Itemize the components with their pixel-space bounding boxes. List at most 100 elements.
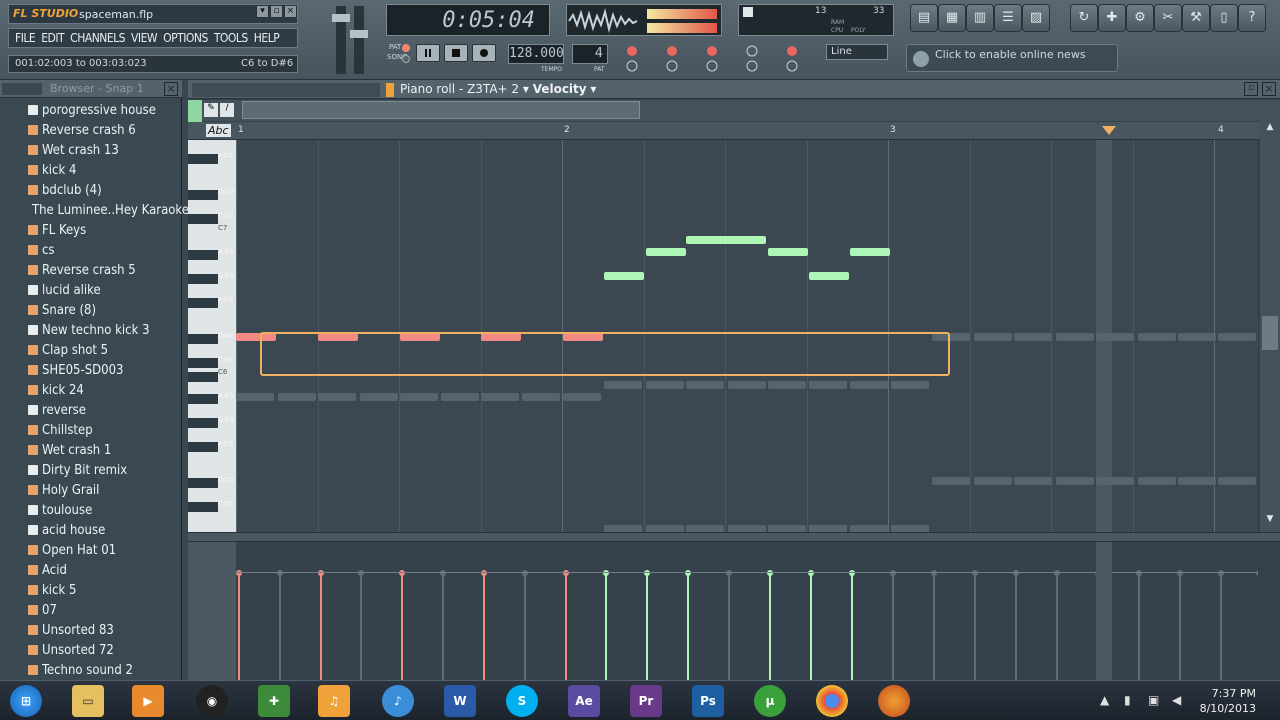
browser-item[interactable]: New techno kick 3 bbox=[0, 320, 180, 340]
ghost-note[interactable] bbox=[400, 393, 438, 401]
velocity-handle[interactable] bbox=[399, 570, 405, 576]
ghost-note[interactable] bbox=[728, 381, 766, 389]
news-panel[interactable]: Click to enable online news bbox=[906, 44, 1118, 72]
velocity-handle[interactable] bbox=[849, 570, 855, 576]
black-key[interactable] bbox=[188, 190, 218, 200]
velocity-stem[interactable] bbox=[320, 574, 322, 680]
velocity-handle[interactable] bbox=[1218, 570, 1224, 576]
velocity-handle[interactable] bbox=[767, 570, 773, 576]
ghost-note[interactable] bbox=[236, 393, 274, 401]
close-icon[interactable]: × bbox=[284, 5, 297, 18]
scroll-down-icon[interactable]: ▼ bbox=[1262, 514, 1278, 528]
black-key[interactable] bbox=[188, 372, 218, 382]
velocity-handle[interactable] bbox=[277, 570, 283, 576]
velocity-stem[interactable] bbox=[1056, 574, 1058, 680]
note[interactable] bbox=[646, 248, 686, 256]
velocity-stem[interactable] bbox=[524, 574, 526, 680]
piano-roll-icon[interactable]: ▥ bbox=[966, 4, 994, 32]
wrench-icon[interactable]: ⚒ bbox=[1182, 4, 1210, 32]
stop-button[interactable] bbox=[444, 44, 468, 62]
word-icon[interactable]: W bbox=[444, 685, 476, 717]
browser-item[interactable]: acid house bbox=[0, 520, 180, 540]
explorer-icon[interactable]: ▭ bbox=[72, 685, 104, 717]
selection-rectangle[interactable] bbox=[260, 332, 950, 376]
velocity-handle[interactable] bbox=[931, 570, 937, 576]
song-time-display[interactable]: 0:05:04 bbox=[386, 4, 550, 36]
browser-item[interactable]: porogressive house bbox=[0, 100, 180, 120]
ghost-note[interactable] bbox=[768, 525, 806, 532]
volume-icon[interactable]: ◀ bbox=[1172, 693, 1181, 707]
velocity-handle[interactable] bbox=[236, 570, 242, 576]
black-key[interactable] bbox=[188, 274, 218, 284]
browser-item[interactable]: lucid alike bbox=[0, 280, 180, 300]
browser-item[interactable]: Unsorted 72 bbox=[0, 640, 180, 660]
play-button[interactable] bbox=[416, 44, 440, 62]
black-key[interactable] bbox=[188, 442, 218, 452]
ghost-note[interactable] bbox=[768, 381, 806, 389]
velocity-stem[interactable] bbox=[851, 574, 853, 680]
photoshop-icon[interactable]: Ps bbox=[692, 685, 724, 717]
vertical-scrollbar[interactable]: ▲ ▼ bbox=[1260, 120, 1280, 532]
velocity-stem[interactable] bbox=[1179, 574, 1181, 680]
black-key[interactable] bbox=[188, 214, 218, 224]
ghost-note[interactable] bbox=[686, 381, 724, 389]
ghost-note[interactable] bbox=[646, 381, 684, 389]
tray-arrow-icon[interactable]: ▲ bbox=[1100, 693, 1109, 707]
velocity-stem[interactable] bbox=[238, 574, 240, 680]
black-key[interactable] bbox=[188, 418, 218, 428]
black-key[interactable] bbox=[188, 394, 218, 404]
velocity-handle[interactable] bbox=[726, 570, 732, 576]
volume-handle[interactable] bbox=[332, 14, 350, 22]
pitch-handle[interactable] bbox=[350, 30, 368, 38]
browser-close-icon[interactable]: × bbox=[164, 82, 178, 96]
undo-icon[interactable]: ↻ bbox=[1070, 4, 1098, 32]
velocity-stem[interactable] bbox=[483, 574, 485, 680]
menu-channels[interactable]: CHANNELS bbox=[70, 31, 125, 45]
ghost-note[interactable] bbox=[604, 525, 642, 532]
horizontal-scrollbar[interactable] bbox=[242, 101, 640, 119]
vscroll-thumb[interactable] bbox=[1262, 316, 1278, 350]
browser-item[interactable]: bdclub (4) bbox=[0, 180, 180, 200]
velocity-handle[interactable] bbox=[1256, 570, 1258, 576]
black-key[interactable] bbox=[188, 478, 218, 488]
velocity-stem[interactable] bbox=[442, 574, 444, 680]
browser-item[interactable]: Wet crash 1 bbox=[0, 440, 180, 460]
playhead-marker-icon[interactable] bbox=[1102, 126, 1116, 135]
velocity-handle[interactable] bbox=[1136, 570, 1142, 576]
record-button[interactable] bbox=[472, 44, 496, 62]
ghost-note[interactable] bbox=[1014, 477, 1052, 485]
velocity-stem[interactable] bbox=[728, 574, 730, 680]
velocity-handle[interactable] bbox=[1013, 570, 1019, 576]
ghost-note[interactable] bbox=[1056, 333, 1094, 341]
velocity-stem[interactable] bbox=[810, 574, 812, 680]
pat-mode-radio[interactable] bbox=[402, 44, 410, 52]
pencil-icon[interactable]: ✎ bbox=[204, 103, 218, 117]
velocity-handle[interactable] bbox=[972, 570, 978, 576]
ghost-note[interactable] bbox=[1096, 333, 1134, 341]
velocity-stem[interactable] bbox=[360, 574, 362, 680]
ghost-note[interactable] bbox=[318, 393, 356, 401]
velocity-stem[interactable] bbox=[1220, 574, 1222, 680]
ghost-note[interactable] bbox=[481, 393, 519, 401]
velocity-handle[interactable] bbox=[1054, 570, 1060, 576]
snap-mode-select[interactable]: Line bbox=[826, 44, 888, 60]
browser-item[interactable]: Reverse crash 6 bbox=[0, 120, 180, 140]
scroll-up-icon[interactable]: ▲ bbox=[1262, 122, 1278, 136]
browser-item[interactable]: Reverse crash 5 bbox=[0, 260, 180, 280]
browser-item[interactable]: Clap shot 5 bbox=[0, 340, 180, 360]
velocity-stem[interactable] bbox=[974, 574, 976, 680]
song-mode-radio[interactable] bbox=[402, 55, 410, 63]
menu-options[interactable]: OPTIONS bbox=[163, 31, 208, 45]
velocity-handle[interactable] bbox=[481, 570, 487, 576]
document-icon[interactable]: ▯ bbox=[1210, 4, 1238, 32]
velocity-handle[interactable] bbox=[358, 570, 364, 576]
velocity-stem[interactable] bbox=[1138, 574, 1140, 680]
black-key[interactable] bbox=[188, 502, 218, 512]
text-tool[interactable]: Abc bbox=[206, 124, 231, 137]
browser-item[interactable]: Chillstep bbox=[0, 420, 180, 440]
velocity-stem[interactable] bbox=[1015, 574, 1017, 680]
menu-view[interactable]: VIEW bbox=[131, 31, 158, 45]
pr-detach-icon[interactable]: ▫ bbox=[1244, 82, 1258, 96]
network-icon[interactable]: ▮ bbox=[1124, 693, 1131, 707]
browser-item[interactable]: toulouse bbox=[0, 500, 180, 520]
